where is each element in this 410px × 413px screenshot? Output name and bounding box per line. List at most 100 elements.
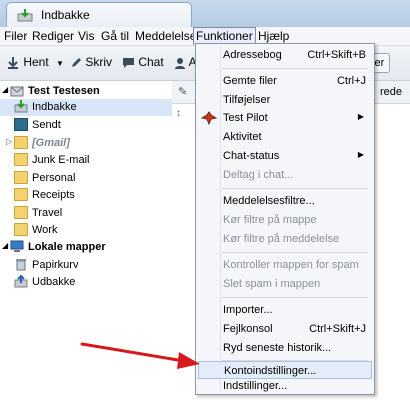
menu-item-error-console[interactable]: Fejlkonsol Ctrl+Skift+J <box>198 320 372 338</box>
download-icon <box>8 56 18 69</box>
folder-travel[interactable]: Travel <box>0 205 172 222</box>
menu-go[interactable]: Gå til <box>101 29 129 43</box>
folder-icon <box>14 136 28 149</box>
mail-account-icon <box>10 84 24 97</box>
computer-icon <box>10 240 24 253</box>
account-test-testesen[interactable]: ◢ Test Testesen <box>2 83 170 100</box>
folder-label: Work <box>32 224 58 236</box>
person-icon <box>175 57 185 69</box>
folder-label: Indbakke <box>32 101 77 113</box>
menu-separator <box>222 68 368 69</box>
folder-label: Travel <box>32 207 63 219</box>
menu-item-label: Meddelelsesfiltre... <box>223 195 315 207</box>
menu-item-join-chat[interactable]: Deltag i chat... <box>198 166 372 184</box>
annotation-arrow <box>80 342 200 369</box>
folder-label: Papirkurv <box>32 259 79 271</box>
expand-triangle-icon[interactable]: ◢ <box>2 85 8 94</box>
folder-icon <box>14 223 28 236</box>
menu-item-settings[interactable]: Indstillinger... <box>198 377 372 395</box>
folder-junk[interactable]: Junk E-mail <box>0 152 172 169</box>
folder-gmail[interactable]: ▷ [Gmail] <box>0 135 172 152</box>
menu-item-label: Adressebog <box>223 49 282 61</box>
expand-triangle-icon[interactable]: ◢ <box>2 241 8 250</box>
outbox-icon <box>14 274 28 288</box>
account-name: Test Testesen <box>28 85 100 97</box>
menu-item-shortcut: Ctrl+J <box>336 75 366 87</box>
menu-item-label: Importer... <box>223 304 273 316</box>
pin-icon[interactable]: ✎ <box>178 85 187 98</box>
menu-item-label: Gemte filer <box>223 75 277 87</box>
menu-item-test-pilot[interactable]: Test Pilot ▶ <box>198 109 372 127</box>
folder-receipts[interactable]: Receipts <box>0 187 172 204</box>
get-mail-button[interactable]: Hent ▼ <box>6 55 64 70</box>
folder-work[interactable]: Work <box>0 222 172 239</box>
sent-icon <box>14 118 28 131</box>
folder-icon <box>14 206 28 219</box>
folder-outbox[interactable]: Udbakke <box>0 274 172 291</box>
menu-item-label: Fejlkonsol <box>223 323 273 335</box>
menu-edit[interactable]: Rediger <box>32 29 74 43</box>
menu-separator <box>222 252 368 253</box>
tab-inbox[interactable]: Indbakke <box>6 2 192 27</box>
folder-label: Junk E-mail <box>32 154 90 166</box>
menu-item-label: Indstillinger... <box>223 380 288 392</box>
get-mail-label: Hent <box>23 55 49 69</box>
folder-label: Receipts <box>32 189 75 201</box>
title-bar: Indbakke <box>0 0 410 27</box>
menu-item-import[interactable]: Importer... <box>198 301 372 319</box>
menu-item-message-filters[interactable]: Meddelelsesfiltre... <box>198 192 372 210</box>
inbox-icon <box>17 8 33 25</box>
menu-item-saved-files[interactable]: Gemte filer Ctrl+J <box>198 72 372 90</box>
submenu-arrow-icon: ▶ <box>357 150 364 159</box>
menu-file[interactable]: Filer <box>4 29 27 43</box>
menu-item-label: Aktivitet <box>223 131 262 143</box>
tab-title: Indbakke <box>41 8 90 22</box>
submenu-arrow-icon: ▶ <box>357 112 364 121</box>
write-label: Skriv <box>85 55 113 69</box>
menu-item-label: Kontoindstillinger... <box>224 365 317 377</box>
folder-label: Sendt <box>32 119 61 131</box>
menu-item-label: Kontroller mappen for spam <box>223 259 359 271</box>
menu-item-addons[interactable]: Tilføjelser <box>198 91 372 109</box>
tools-menu: Adressebog Ctrl+Skift+B Gemte filer Ctrl… <box>195 43 375 395</box>
menu-item-label: Kør filtre på meddelelse <box>223 233 340 245</box>
folder-sent[interactable]: Sendt <box>0 117 172 134</box>
menu-item-run-filters-message[interactable]: Kør filtre på meddelelse <box>198 230 372 248</box>
menu-item-label: Slet spam i mappen <box>223 278 321 290</box>
menu-help[interactable]: Hjælp <box>258 29 289 43</box>
menu-message[interactable]: Meddelelse <box>135 29 196 43</box>
write-button[interactable]: Skriv <box>70 55 112 69</box>
chat-icon <box>123 57 134 68</box>
folder-icon <box>14 171 28 184</box>
menu-view[interactable]: Vis <box>78 29 94 43</box>
menu-item-label: Kør filtre på mappe <box>223 214 317 226</box>
folder-inbox[interactable]: Indbakke <box>0 99 172 116</box>
menu-item-check-spam[interactable]: Kontroller mappen for spam <box>198 256 372 274</box>
menu-separator <box>222 188 368 189</box>
menu-item-delete-spam[interactable]: Slet spam i mappen <box>198 275 372 293</box>
folder-trash[interactable]: Papirkurv <box>0 257 172 274</box>
menu-item-addressbook[interactable]: Adressebog Ctrl+Skift+B <box>198 46 372 64</box>
menu-item-activity[interactable]: Aktivitet <box>198 128 372 146</box>
folder-label: Udbakke <box>32 276 76 288</box>
menu-item-shortcut: Ctrl+Skift+B <box>307 49 366 61</box>
collapse-triangle-icon[interactable]: ▷ <box>6 137 12 146</box>
inbox-icon <box>14 100 28 113</box>
thread-column-icon[interactable]: ↕ <box>176 108 181 119</box>
menu-item-chat-status[interactable]: Chat-status ▶ <box>198 147 372 165</box>
menu-item-label: Chat-status <box>223 150 280 162</box>
dropdown-arrow-icon[interactable]: ▼ <box>56 59 64 68</box>
menu-item-label: Ryd seneste historik... <box>223 342 332 354</box>
folder-icon <box>14 153 28 166</box>
test-pilot-icon <box>200 111 218 128</box>
folder-personal[interactable]: Personal <box>0 170 172 187</box>
quick-filter-hint: rede <box>380 86 403 98</box>
chat-button[interactable]: Chat <box>122 55 164 69</box>
address-book-button[interactable]: A <box>174 55 197 69</box>
account-local-folders[interactable]: ◢ Lokale mapper <box>2 239 170 256</box>
menu-item-run-filters-folder[interactable]: Kør filtre på mappe <box>198 211 372 229</box>
menu-item-clear-history[interactable]: Ryd seneste historik... <box>198 339 372 357</box>
chat-label: Chat <box>138 55 164 69</box>
menu-item-label: Deltag i chat... <box>223 169 294 181</box>
folder-label: Personal <box>32 172 76 184</box>
